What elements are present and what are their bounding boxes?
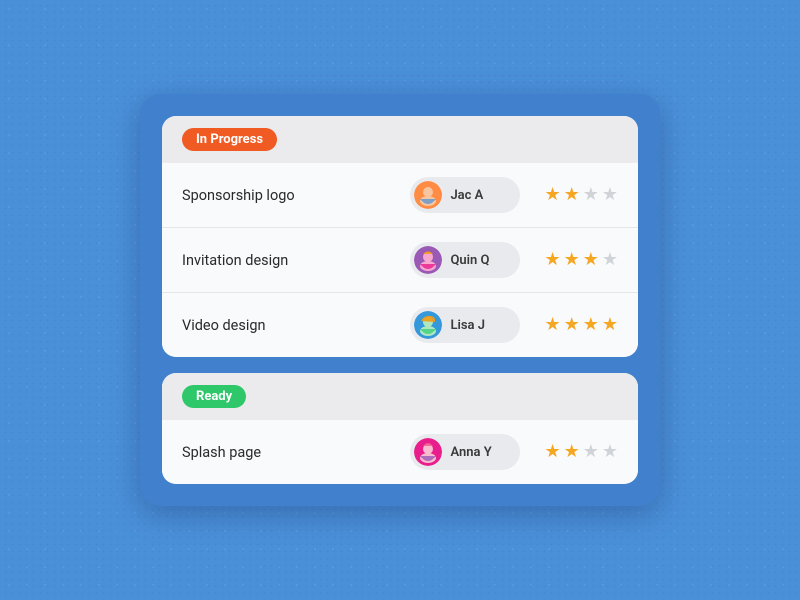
star-filled[interactable]: ★ [583, 316, 599, 334]
avatar [414, 181, 442, 209]
star-filled[interactable]: ★ [602, 316, 618, 334]
star-rating: ★★★★ [544, 443, 618, 461]
star-empty[interactable]: ★ [583, 443, 599, 461]
assignee-name: Anna Y [450, 445, 491, 460]
star-empty[interactable]: ★ [602, 251, 618, 269]
star-rating: ★★★★ [544, 186, 618, 204]
task-name: Splash page [182, 444, 410, 461]
star-filled[interactable]: ★ [544, 316, 560, 334]
task-name: Sponsorship logo [182, 187, 410, 204]
avatar [414, 438, 442, 466]
main-card: In ProgressSponsorship logo Jac A★★★★Inv… [140, 94, 660, 506]
star-filled[interactable]: ★ [544, 251, 560, 269]
task-name: Invitation design [182, 252, 410, 269]
star-filled[interactable]: ★ [544, 186, 560, 204]
assignee-name: Quin Q [450, 253, 489, 268]
star-empty[interactable]: ★ [602, 443, 618, 461]
star-rating: ★★★★ [544, 251, 618, 269]
section-header-in-progress: In Progress [162, 116, 638, 163]
star-empty[interactable]: ★ [583, 186, 599, 204]
avatar [414, 246, 442, 274]
avatar [414, 311, 442, 339]
star-filled[interactable]: ★ [564, 251, 580, 269]
section-in-progress: In ProgressSponsorship logo Jac A★★★★Inv… [162, 116, 638, 357]
assignee-name: Lisa J [450, 318, 485, 333]
task-row-video-design[interactable]: Video design Lisa J★★★★ [162, 293, 638, 357]
star-filled[interactable]: ★ [564, 443, 580, 461]
assignee-name: Jac A [450, 188, 483, 203]
assignee-chip: Lisa J [410, 307, 520, 343]
task-name: Video design [182, 317, 410, 334]
section-header-ready: Ready [162, 373, 638, 420]
star-empty[interactable]: ★ [602, 186, 618, 204]
task-row-invitation-design[interactable]: Invitation design Quin Q★★★★ [162, 228, 638, 293]
status-badge-in-progress: In Progress [182, 128, 277, 151]
section-ready: ReadySplash page Anna Y★★★★ [162, 373, 638, 484]
task-row-sponsorship-logo[interactable]: Sponsorship logo Jac A★★★★ [162, 163, 638, 228]
star-filled[interactable]: ★ [564, 186, 580, 204]
assignee-chip: Quin Q [410, 242, 520, 278]
star-filled[interactable]: ★ [564, 316, 580, 334]
star-filled[interactable]: ★ [583, 251, 599, 269]
assignee-chip: Jac A [410, 177, 520, 213]
star-filled[interactable]: ★ [544, 443, 560, 461]
task-row-splash-page[interactable]: Splash page Anna Y★★★★ [162, 420, 638, 484]
assignee-chip: Anna Y [410, 434, 520, 470]
star-rating: ★★★★ [544, 316, 618, 334]
status-badge-ready: Ready [182, 385, 246, 408]
